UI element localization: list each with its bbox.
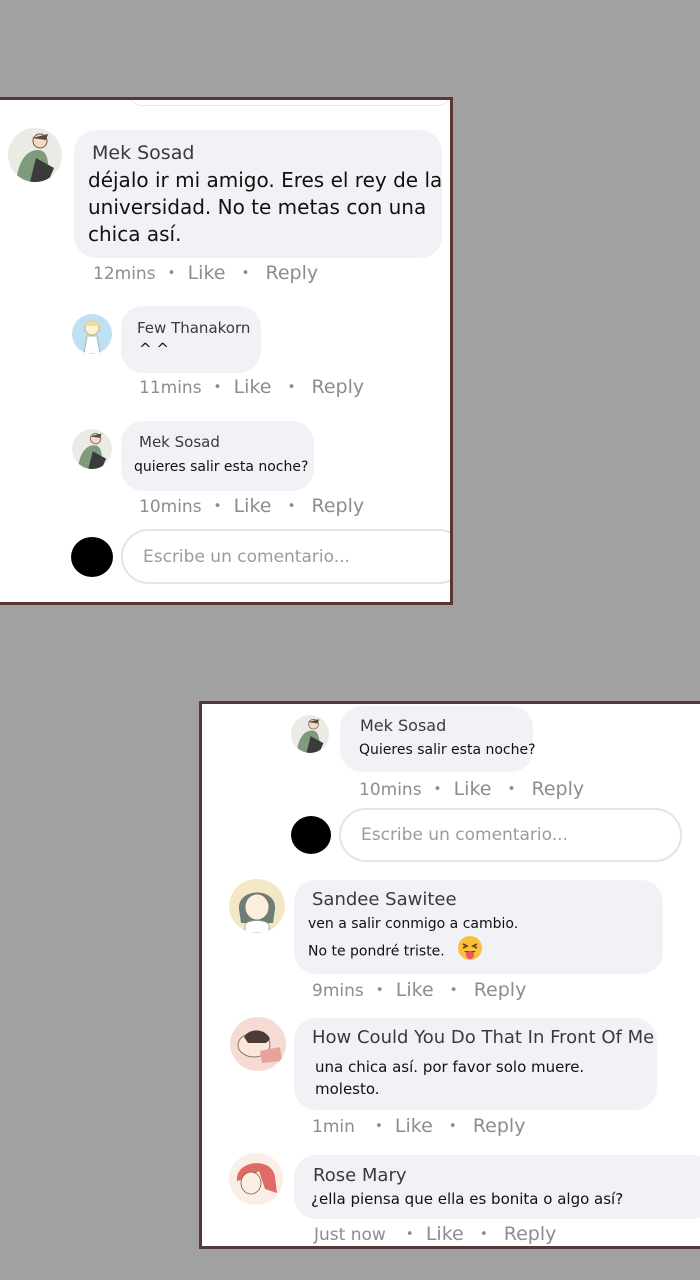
reply-button[interactable]: Reply (532, 778, 585, 800)
reply-button[interactable]: Reply (312, 376, 365, 398)
comment-input[interactable]: Escribe un comentario... (121, 529, 450, 584)
comment-meta: 10mins • Like • Reply (359, 778, 584, 800)
comment-time: 10mins (139, 497, 202, 517)
reply-button[interactable]: Reply (474, 979, 527, 1001)
separator-dot: • (405, 1226, 414, 1242)
comment-text: una chica así. por favor solo muere. mol… (315, 1056, 584, 1100)
comment-time: 9mins (312, 981, 364, 1001)
like-button[interactable]: Like (188, 262, 226, 284)
mek-avatar-icon (72, 429, 112, 469)
mek-avatar[interactable] (8, 128, 62, 182)
previous-comment-bubble (129, 100, 450, 106)
comment-author[interactable]: Sandee Sawitee (312, 889, 457, 910)
comment-time: 10mins (359, 780, 422, 800)
comment-author[interactable]: Few Thanakorn (137, 319, 250, 337)
sandee-avatar[interactable] (229, 879, 285, 933)
comment-line: ven a salir conmigo a cambio. (308, 916, 519, 932)
like-button[interactable]: Like (395, 1115, 433, 1137)
howcould-avatar[interactable] (230, 1017, 286, 1071)
comment-line: universidad. No te metas con una (88, 195, 427, 219)
like-button[interactable]: Like (396, 979, 434, 1001)
tongue-wink-emoji (457, 935, 483, 968)
separator-dot: • (287, 498, 296, 514)
comment-line: chica así. (88, 222, 182, 246)
rose-avatar-icon (229, 1153, 283, 1205)
comment-meta: Just now • Like • Reply (314, 1223, 556, 1245)
comment-text: déjalo ir mi amigo. Eres el rey de la un… (88, 167, 442, 248)
comment-line-text: No te pondré triste. (308, 943, 445, 960)
separator-dot: • (375, 982, 384, 998)
comment-line: No te pondré triste. (308, 935, 518, 968)
comment-author[interactable]: Rose Mary (313, 1165, 407, 1186)
like-button[interactable]: Like (234, 376, 272, 398)
comment-line: molesto. (315, 1080, 380, 1098)
comment-input-placeholder: Escribe un comentario... (143, 546, 350, 567)
comment-meta: 9mins • Like • Reply (312, 979, 526, 1001)
separator-dot: • (167, 265, 176, 281)
comment-author[interactable]: Mek Sosad (360, 716, 446, 735)
comment-text: quieres salir esta noche? (134, 459, 309, 475)
comment-input[interactable]: Escribe un comentario... (339, 808, 682, 862)
separator-dot: • (433, 781, 442, 797)
comment-meta: 1min • Like • Reply (312, 1115, 525, 1137)
separator-dot: • (479, 1226, 488, 1242)
comment-line: una chica así. por favor solo muere. (315, 1058, 585, 1076)
comment-meta: 10mins • Like • Reply (139, 495, 364, 517)
comment-text: Quieres salir esta noche? (359, 742, 536, 758)
separator-dot: • (449, 982, 458, 998)
comment-time: 12mins (93, 264, 156, 284)
comment-line: déjalo ir mi amigo. Eres el rey de la (88, 168, 443, 192)
rose-avatar[interactable] (229, 1153, 283, 1205)
mek-avatar-icon (291, 715, 329, 753)
current-user-avatar (71, 537, 113, 577)
separator-dot: • (213, 498, 222, 514)
comment-input-placeholder: Escribe un comentario... (361, 825, 568, 845)
comment-text: ven a salir conmigo a cambio. No te pond… (308, 914, 518, 968)
few-avatar[interactable] (72, 314, 112, 354)
howcould-avatar-icon (230, 1017, 286, 1071)
comment-meta: 11mins • Like • Reply (139, 376, 364, 398)
current-user-avatar (291, 816, 331, 854)
comment-text: ¿ella piensa que ella es bonita o algo a… (311, 1190, 624, 1208)
like-button[interactable]: Like (426, 1223, 464, 1245)
separator-dot: • (213, 379, 222, 395)
few-avatar-icon (72, 314, 112, 354)
mek-avatar[interactable] (72, 429, 112, 469)
comment-author[interactable]: Mek Sosad (139, 433, 220, 451)
comment-author[interactable]: Mek Sosad (92, 142, 194, 164)
reply-button[interactable]: Reply (504, 1223, 557, 1245)
comment-time: 1min (312, 1117, 355, 1137)
comment-meta: 12mins • Like • Reply (93, 262, 318, 284)
reply-button[interactable]: Reply (266, 262, 319, 284)
separator-dot: • (448, 1118, 457, 1134)
separator-dot: • (374, 1118, 383, 1134)
like-button[interactable]: Like (454, 778, 492, 800)
comments-panel-bottom: Mek Sosad Quieres salir esta noche? 10mi… (199, 701, 700, 1249)
comment-time: 11mins (139, 378, 202, 398)
separator-dot: • (287, 379, 296, 395)
like-button[interactable]: Like (234, 495, 272, 517)
mek-avatar-icon (8, 128, 62, 182)
comment-author[interactable]: How Could You Do That In Front Of Me (312, 1027, 654, 1048)
comment-text: ^ ^ (139, 340, 169, 358)
comment-bubble[interactable] (121, 421, 314, 491)
mek-avatar[interactable] (291, 715, 329, 753)
reply-button[interactable]: Reply (312, 495, 365, 517)
sandee-avatar-icon (229, 879, 285, 933)
comment-time: Just now (314, 1225, 386, 1245)
reply-button[interactable]: Reply (473, 1115, 526, 1137)
separator-dot: • (507, 781, 516, 797)
comments-panel-top: Mek Sosad déjalo ir mi amigo. Eres el re… (0, 97, 453, 605)
separator-dot: • (241, 265, 250, 281)
